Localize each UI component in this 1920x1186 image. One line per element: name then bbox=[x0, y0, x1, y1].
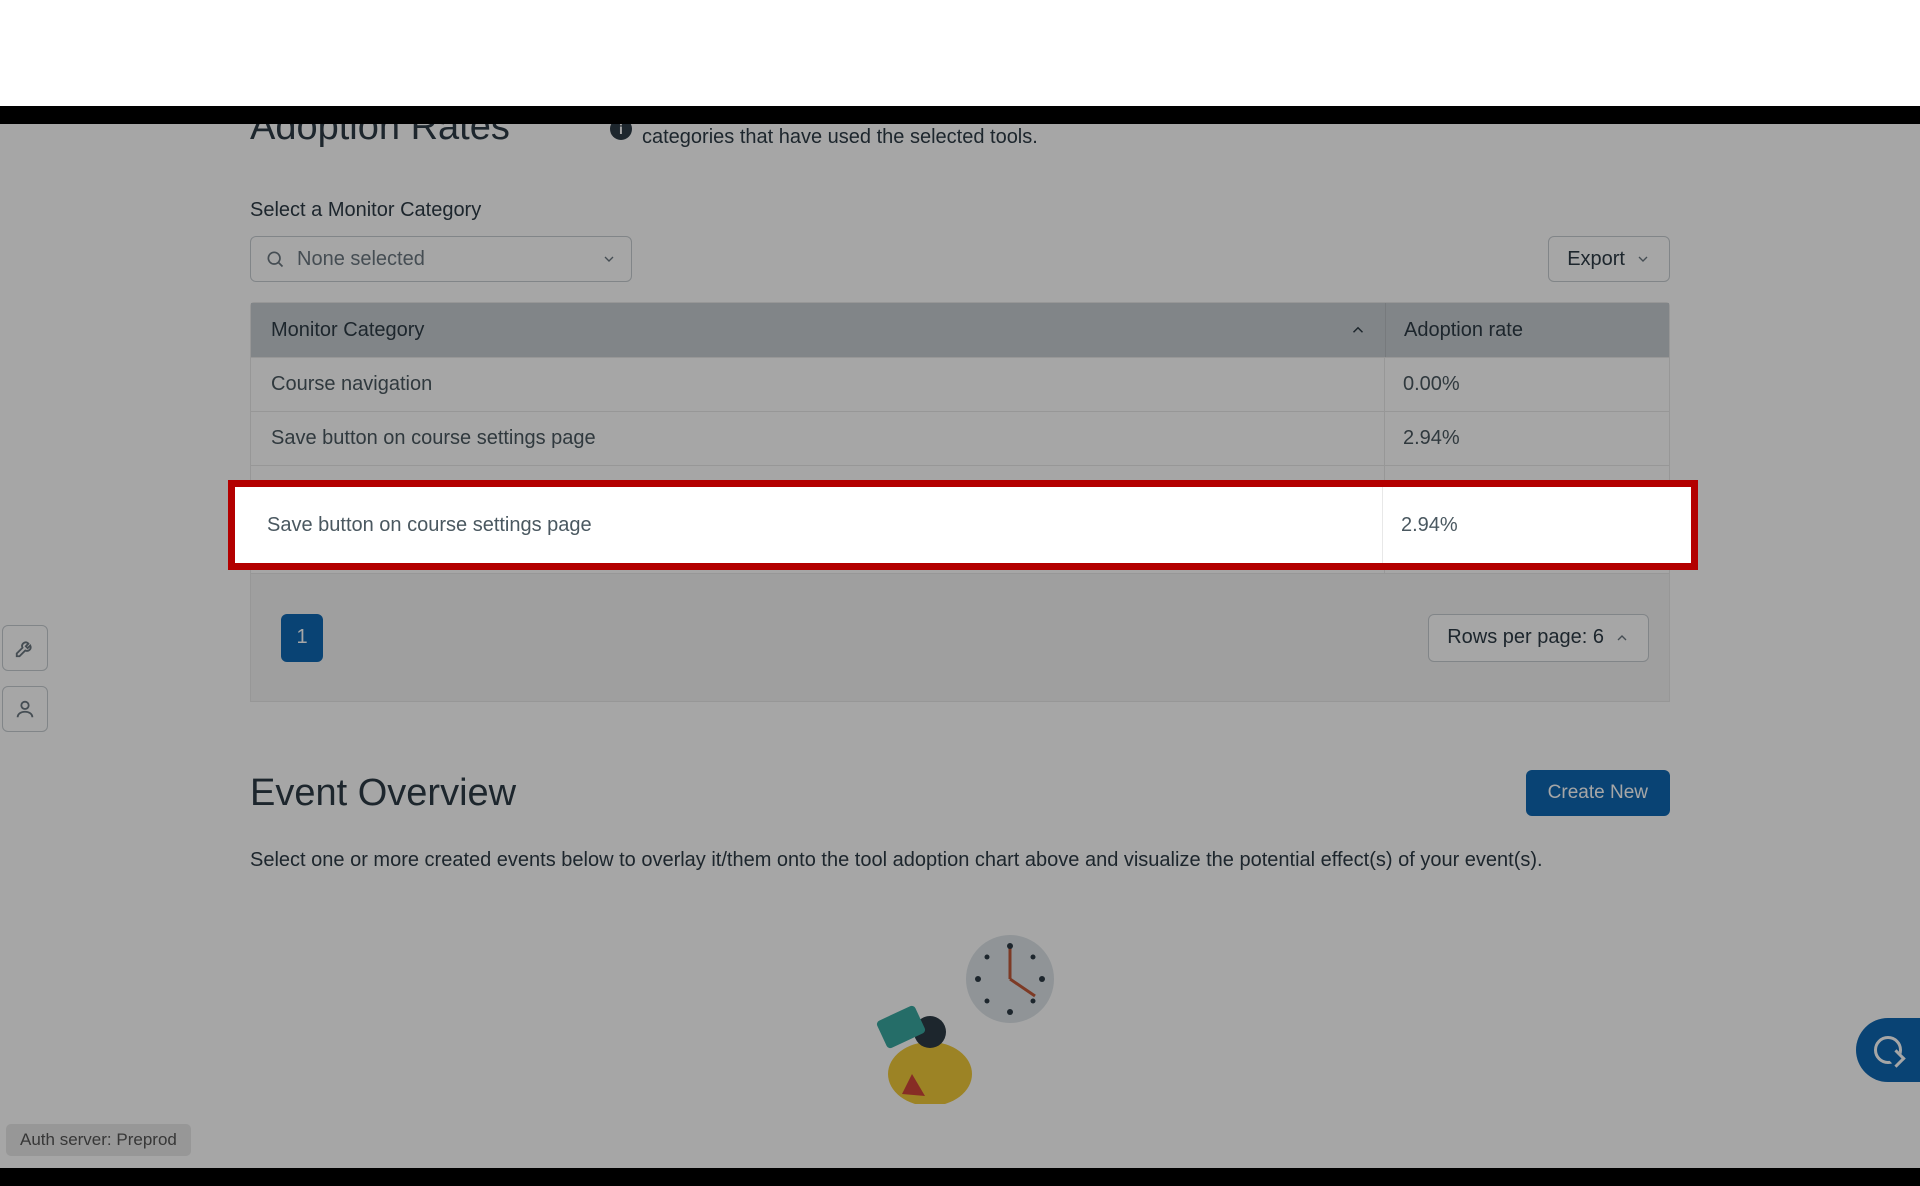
help-icon bbox=[1874, 1036, 1902, 1064]
event-overview-desc: Select one or more created events below … bbox=[250, 846, 1670, 874]
column-header-category[interactable]: Monitor Category bbox=[251, 319, 1385, 342]
top-info-row: i categories that have used the selected… bbox=[610, 124, 1500, 151]
top-info-text: categories that have used the selected t… bbox=[642, 124, 1038, 151]
create-new-button[interactable]: Create New bbox=[1526, 770, 1670, 816]
rows-per-page-select[interactable]: Rows per page: 6 bbox=[1428, 614, 1649, 662]
page-1-button[interactable]: 1 bbox=[281, 614, 323, 662]
highlighted-row-rate: 2.94% bbox=[1383, 487, 1691, 563]
table-footer: 1 Rows per page: 6 bbox=[250, 574, 1670, 702]
table-row[interactable]: Save button on course settings page 2.94… bbox=[251, 411, 1669, 465]
wrench-icon bbox=[14, 637, 36, 659]
chevron-up-icon bbox=[1614, 630, 1630, 646]
auth-server-badge: Auth server: Preprod bbox=[6, 1124, 191, 1156]
row-rate: 2.94% bbox=[1385, 412, 1669, 465]
row-category: Course navigation bbox=[251, 358, 1385, 411]
row-category: Save button on course settings page bbox=[251, 412, 1385, 465]
monitor-category-select[interactable]: None selected bbox=[250, 236, 632, 282]
search-icon bbox=[265, 249, 285, 269]
highlighted-row[interactable]: Save button on course settings page 2.94… bbox=[228, 480, 1698, 570]
event-illustration bbox=[250, 924, 1670, 1124]
table-header-row: Monitor Category Adoption rate bbox=[251, 303, 1669, 357]
side-tool-panel bbox=[2, 625, 48, 732]
help-fab-button[interactable] bbox=[1856, 1018, 1920, 1082]
row-rate: 0.00% bbox=[1385, 358, 1669, 411]
select-placeholder: None selected bbox=[297, 248, 589, 271]
export-label: Export bbox=[1567, 248, 1625, 271]
chevron-down-icon bbox=[601, 251, 617, 267]
user-icon bbox=[14, 698, 36, 720]
letterbox-top bbox=[0, 106, 1920, 124]
chevron-up-icon bbox=[1349, 321, 1367, 339]
user-tool-button[interactable] bbox=[2, 686, 48, 732]
letterbox-bottom bbox=[0, 1168, 1920, 1186]
column-header-rate[interactable]: Adoption rate bbox=[1385, 303, 1669, 357]
event-overview-title: Event Overview bbox=[250, 772, 516, 815]
select-monitor-label: Select a Monitor Category bbox=[250, 199, 1670, 222]
wrench-tool-button[interactable] bbox=[2, 625, 48, 671]
export-button[interactable]: Export bbox=[1548, 236, 1670, 282]
chevron-down-icon bbox=[1635, 251, 1651, 267]
table-row[interactable]: Course navigation 0.00% bbox=[251, 357, 1669, 411]
highlighted-row-category: Save button on course settings page bbox=[235, 487, 1383, 563]
